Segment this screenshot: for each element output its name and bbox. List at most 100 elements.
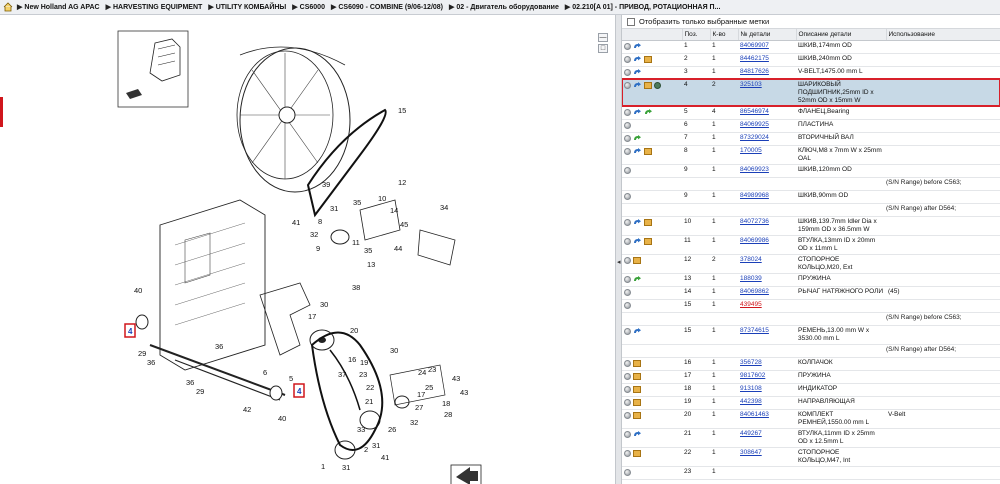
info-circle-icon[interactable] (624, 430, 631, 438)
link-arrow-icon[interactable] (633, 42, 642, 50)
table-row[interactable]: 6 1 84069925 ПЛАСТИНА (622, 119, 1000, 133)
table-row[interactable]: 18 1 913108 ИНДИКАТОР (622, 383, 1000, 397)
info-circle-icon[interactable] (624, 55, 631, 63)
part-number-link[interactable]: 84989968 (740, 192, 769, 199)
replace-arrow-icon[interactable] (633, 275, 642, 283)
breadcrumb-item[interactable]: ▶ UTILITY КОМБАЙНЫ (208, 4, 286, 11)
table-row[interactable]: 8 1 170005 КЛЮЧ,M8 x 7mm W x 25mm OAL (622, 145, 1000, 165)
part-number-link[interactable]: 84462175 (740, 55, 769, 62)
table-row[interactable]: 20 1 84061463 КОМПЛЕКТ РЕМНЕЙ,1550.00 mm LV… (622, 409, 1000, 429)
info-circle-icon[interactable] (624, 449, 631, 457)
table-row[interactable]: 7 1 87329024 ВТОРИЧНЫЙ ВАЛ (622, 132, 1000, 146)
info-circle-icon[interactable] (624, 147, 631, 155)
info-circle-icon[interactable] (624, 398, 631, 406)
info-circle-icon[interactable] (624, 134, 631, 142)
table-row[interactable]: 15 1 439495 (622, 299, 1000, 313)
table-row[interactable]: 11 1 84069986 ВТУЛКА,13mm ID x 20mm OD x 11… (622, 235, 1000, 255)
info-circle-icon[interactable] (624, 288, 631, 296)
part-number-link[interactable]: 84817626 (740, 68, 769, 75)
info-circle-icon[interactable] (624, 68, 631, 76)
table-row[interactable]: 12 2 378024 СТОПОРНОЕ КОЛЬЦО,M20, Ext (622, 254, 1000, 274)
link-arrow-icon[interactable] (633, 237, 642, 245)
link-arrow-icon[interactable] (633, 55, 642, 63)
table-row[interactable]: 9 1 84069923 ШКИВ,120mm OD (622, 164, 1000, 178)
table-row[interactable]: 16 1 356728 КОЛПАЧОК (622, 357, 1000, 371)
info-circle-icon[interactable] (624, 166, 631, 174)
part-number-link[interactable]: 9817602 (740, 372, 765, 379)
col-description[interactable]: Описание детали (796, 29, 887, 41)
cart-box-icon[interactable] (644, 218, 652, 226)
replace-arrow-icon[interactable] (633, 134, 642, 142)
info-circle-icon[interactable] (624, 218, 631, 226)
breadcrumb-item[interactable]: ▶ 02 - Двигатель оборудование (449, 4, 559, 11)
cart-box-icon[interactable] (633, 256, 641, 264)
replace-arrow-icon[interactable] (644, 108, 653, 116)
part-number-link[interactable]: 442398 (740, 398, 762, 405)
exploded-parts-diagram[interactable]: 4 4 15 39 35 10 12 34 41 32 8 9 14 45 31… (0, 15, 615, 484)
breadcrumb-item[interactable]: ▶ CS6090 - COMBINE (9/06-12/08) (331, 4, 443, 11)
cart-box-icon[interactable] (633, 449, 641, 457)
window-control-1[interactable]: — (598, 33, 608, 42)
home-icon[interactable] (3, 2, 13, 12)
info-circle-icon[interactable] (624, 327, 631, 335)
link-arrow-icon[interactable] (633, 147, 642, 155)
col-qty[interactable]: К-во (710, 29, 739, 41)
breadcrumb-item[interactable]: ▶ 02.210[A 01] - ПРИВОД, РОТАЦИОННАЯ П... (565, 4, 721, 11)
part-number-link[interactable]: 86546974 (740, 108, 769, 115)
cart-box-icon[interactable] (644, 81, 652, 89)
info-circle-icon[interactable] (624, 301, 631, 309)
part-number-link[interactable]: 84069986 (740, 237, 769, 244)
cart-box-icon[interactable] (633, 411, 641, 419)
part-number-link[interactable]: 87329024 (740, 134, 769, 141)
table-row[interactable]: 3 1 84817626 V-BELT,1475.00 mm L (622, 66, 1000, 80)
table-row[interactable]: 14 1 84069862 РЫЧАГ НАТЯЖНОГО РОЛИ (45) (622, 286, 1000, 300)
info-circle-icon[interactable] (624, 108, 631, 116)
cart-box-icon[interactable] (644, 147, 652, 155)
table-row[interactable]: 17 1 9817602 ПРУЖИНА (622, 370, 1000, 384)
part-number-link[interactable]: 308647 (740, 449, 762, 456)
table-row-selected[interactable]: 4 2 325103 ШАРИКОВЫЙ ПОДШИПНИК,25mm ID x 52… (622, 78, 1000, 107)
link-arrow-icon[interactable] (633, 327, 642, 335)
part-number-link[interactable]: 439495 (740, 301, 762, 308)
pane-splitter[interactable]: ◂ (615, 15, 622, 484)
cart-box-icon[interactable] (633, 398, 641, 406)
part-number-link[interactable]: 84069925 (740, 121, 769, 128)
table-row[interactable]: 21 1 449267 ВТУЛКА,11mm ID x 25mm OD x 12.5… (622, 428, 1000, 448)
info-circle-icon[interactable] (624, 385, 631, 393)
info-circle-icon[interactable] (624, 256, 631, 264)
table-row[interactable]: 9 1 84989968 ШКИВ,90mm OD (622, 190, 1000, 204)
table-row[interactable]: 2 1 84462175 ШКИВ,240mm OD (622, 53, 1000, 67)
info-circle-icon[interactable] (624, 192, 631, 200)
link-arrow-icon[interactable] (633, 68, 642, 76)
part-number-link[interactable]: 87374615 (740, 327, 769, 334)
globe-icon[interactable] (654, 81, 661, 89)
info-circle-icon[interactable] (624, 121, 631, 129)
part-number-link[interactable]: 356728 (740, 359, 762, 366)
part-number-link[interactable]: 170005 (740, 147, 762, 154)
info-circle-icon[interactable] (624, 359, 631, 367)
info-circle-icon[interactable] (624, 275, 631, 283)
col-pos[interactable]: Поз. (682, 29, 711, 41)
part-number-link[interactable]: 84069862 (740, 288, 769, 295)
info-circle-icon[interactable] (624, 81, 631, 89)
link-arrow-icon[interactable] (633, 430, 642, 438)
table-row[interactable]: 10 1 84072736 ШКИВ,139.7mm Idler Dia x 159m… (622, 216, 1000, 236)
info-circle-icon[interactable] (624, 42, 631, 50)
cart-box-icon[interactable] (633, 372, 641, 380)
part-number-link[interactable]: 378024 (740, 256, 762, 263)
table-row[interactable]: 22 1 308647 СТОПОРНОЕ КОЛЬЦО,M47, Int (622, 447, 1000, 467)
cart-box-icon[interactable] (633, 385, 641, 393)
table-row[interactable]: 1 1 84069907 ШКИВ,174mm OD (622, 40, 1000, 54)
part-number-link[interactable]: 84072736 (740, 218, 769, 225)
cart-box-icon[interactable] (644, 237, 652, 245)
info-circle-icon[interactable] (624, 372, 631, 380)
part-number-link[interactable]: 188039 (740, 275, 762, 282)
table-row[interactable]: 23 1 (622, 466, 1000, 480)
col-part-number[interactable]: № детали (738, 29, 797, 41)
collapse-arrow-icon[interactable]: ◂ (617, 258, 621, 266)
info-circle-icon[interactable] (624, 468, 631, 476)
part-number-link[interactable]: 913108 (740, 385, 762, 392)
table-row[interactable]: 19 1 442398 НАПРАВЛЯЮЩАЯ (622, 396, 1000, 410)
link-arrow-icon[interactable] (633, 108, 642, 116)
part-number-link[interactable]: 84061463 (740, 411, 769, 418)
